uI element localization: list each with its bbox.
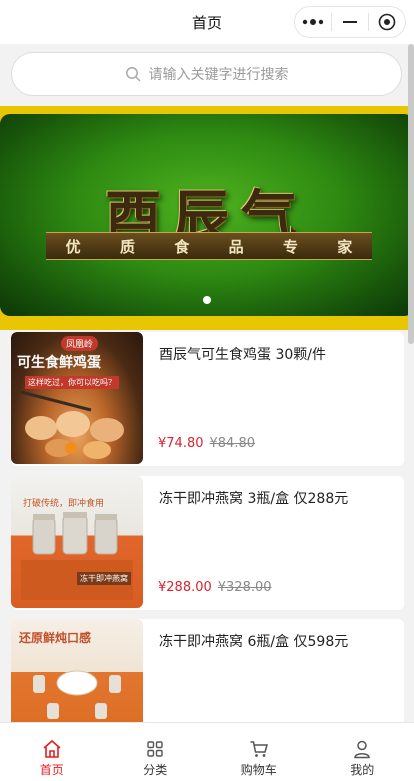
page-scrollbar[interactable] — [408, 44, 414, 344]
cart-icon — [249, 739, 269, 759]
navigation-bar: 首页 — [0, 0, 414, 44]
tab-category[interactable]: 分类 — [104, 723, 208, 781]
product-price: ¥288.00 — [158, 580, 212, 595]
tab-label: 我的 — [350, 761, 374, 778]
carousel-indicator-dot[interactable] — [203, 296, 211, 304]
tab-label: 首页 — [40, 761, 64, 778]
close-button[interactable] — [369, 7, 405, 37]
product-original-price: ¥84.80 — [210, 436, 256, 451]
search-section: 请输入关键字进行搜索 — [0, 44, 414, 106]
category-icon — [145, 739, 165, 759]
thumb-box-label: 冻干即冲燕窝 — [77, 572, 131, 585]
miniprogram-capsule — [294, 6, 406, 38]
minimize-icon — [343, 20, 357, 24]
product-card-birdnest-3[interactable]: 打破传统，即冲食用 冻干即冲燕窝 冻干即冲燕窝 3瓶/盒 仅288元 ¥288.… — [11, 476, 404, 610]
slogan-char: 食 — [174, 236, 189, 257]
more-button[interactable] — [295, 7, 331, 37]
slogan-char: 品 — [229, 236, 244, 257]
bottom-tab-bar: 首页 分类 购物车 我的 — [0, 722, 414, 781]
minimize-button[interactable] — [332, 7, 368, 37]
product-title: 冻干即冲燕窝 6瓶/盒 仅598元 — [159, 633, 394, 651]
slogan-char: 优 — [66, 236, 81, 257]
user-icon — [352, 739, 372, 759]
tab-cart[interactable]: 购物车 — [207, 723, 311, 781]
product-image-birdnest-3: 打破传统，即冲食用 冻干即冲燕窝 — [11, 476, 143, 608]
product-title: 酉辰气可生食鸡蛋 30颗/件 — [159, 346, 394, 364]
product-title: 冻干即冲燕窝 3瓶/盒 仅288元 — [159, 490, 394, 508]
banner-slide[interactable]: 酉辰气 优 质 食 品 专 家 — [0, 114, 414, 316]
tab-label: 分类 — [143, 761, 167, 778]
slogan-char: 家 — [337, 236, 352, 257]
tab-profile[interactable]: 我的 — [311, 723, 414, 781]
slogan-char: 质 — [120, 236, 135, 257]
home-icon — [42, 739, 62, 759]
product-original-price: ¥328.00 — [218, 580, 272, 595]
page-title: 首页 — [192, 12, 222, 33]
banner-slogan: 优 质 食 品 专 家 — [46, 232, 372, 260]
slogan-char: 专 — [283, 236, 298, 257]
tab-home[interactable]: 首页 — [0, 723, 104, 781]
tab-label: 购物车 — [241, 761, 277, 778]
birdnest-jars-illustration — [11, 476, 143, 608]
product-prices: ¥74.80 ¥84.80 — [158, 436, 255, 451]
product-image-eggs: 凤凰岭 可生食鲜鸡蛋 这样吃过，你可以吃吗？ — [11, 332, 143, 464]
search-icon — [125, 66, 141, 82]
target-close-icon — [378, 13, 396, 31]
product-price: ¥74.80 — [158, 436, 204, 451]
more-dots-icon — [302, 19, 324, 25]
eggs-illustration — [11, 332, 143, 464]
search-input[interactable]: 请输入关键字进行搜索 — [11, 52, 402, 96]
product-card-eggs[interactable]: 凤凰岭 可生食鲜鸡蛋 这样吃过，你可以吃吗？ 酉辰气可生食鸡蛋 30颗/件 ¥7… — [11, 332, 404, 466]
search-placeholder: 请输入关键字进行搜索 — [149, 64, 289, 84]
product-prices: ¥288.00 ¥328.00 — [158, 580, 272, 595]
